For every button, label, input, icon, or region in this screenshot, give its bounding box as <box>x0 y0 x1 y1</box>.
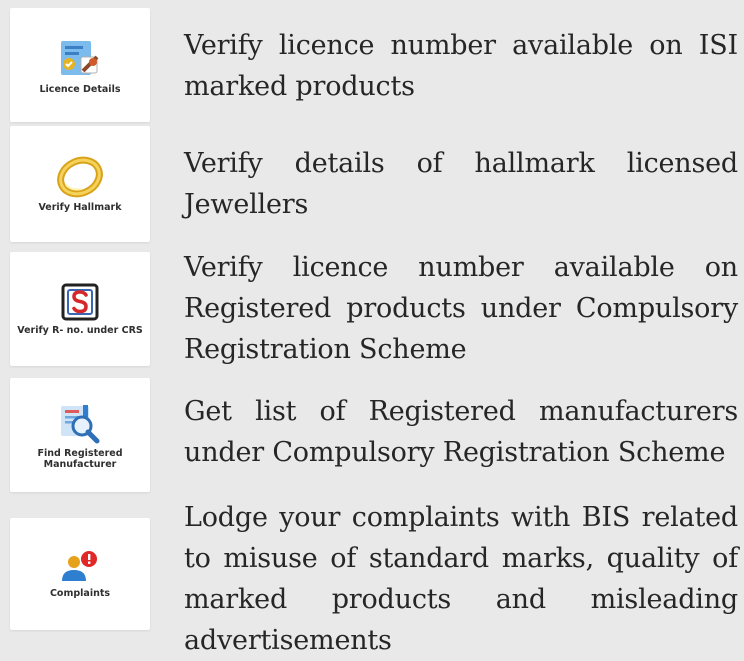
magnifier-document-icon <box>61 404 100 443</box>
verify-hallmark-label: Verify Hallmark <box>38 202 122 213</box>
gold-ring-icon <box>57 156 103 198</box>
complaints-label: Complaints <box>49 588 111 599</box>
complaints-button[interactable]: Complaints <box>10 518 150 630</box>
verify-hallmark-description: Verify details of hallmark licensed Jewe… <box>184 148 738 220</box>
licence-details-description: Verify licence number available on ISI m… <box>184 30 738 102</box>
find-manufacturer-description: Get list of Registered manufacturers und… <box>184 396 738 468</box>
verify-hallmark-button[interactable]: Verify Hallmark <box>10 126 150 242</box>
crs-s-mark-icon <box>61 283 99 321</box>
user-alert-icon <box>62 551 97 581</box>
verify-crs-button[interactable]: Verify R- no. under CRS <box>10 252 150 366</box>
find-manufacturer-button[interactable]: Find Registered Manufacturer <box>10 378 150 492</box>
verify-crs-label: Verify R- no. under CRS <box>17 325 143 336</box>
find-manufacturer-label: Find Registered Manufacturer <box>37 447 123 470</box>
licence-certificate-icon <box>61 41 99 75</box>
verify-crs-description: Verify licence number available on Regis… <box>184 252 738 365</box>
complaints-description: Lodge your complaints with BIS related t… <box>184 502 738 656</box>
licence-details-button[interactable]: Licence Details <box>10 8 150 122</box>
licence-details-label: Licence Details <box>39 84 121 95</box>
